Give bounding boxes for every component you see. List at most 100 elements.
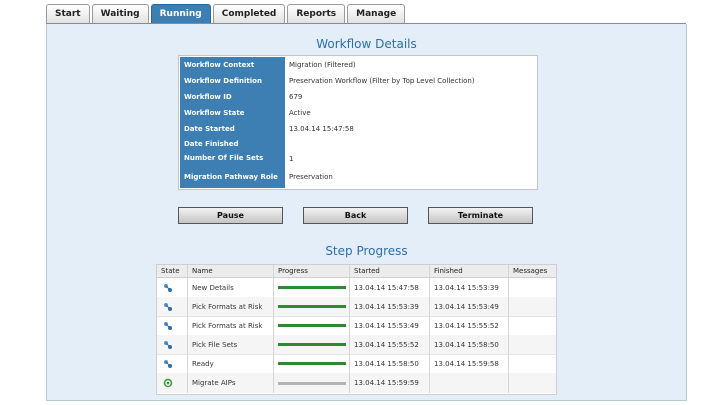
- detail-row-state: Workflow State Active: [179, 105, 537, 122]
- progress-bar: [278, 381, 346, 385]
- step-name: Pick Formats at Risk: [187, 297, 273, 316]
- table-row: Pick Formats at Risk 13.04.14 15:53:49 1…: [157, 316, 556, 336]
- detail-label: Date Finished: [180, 137, 285, 151]
- started-cell: 13.04.14 15:59:59: [349, 373, 429, 393]
- step-name: Pick Formats at Risk: [187, 316, 273, 335]
- messages-cell: [508, 373, 556, 393]
- progress-cell: [273, 297, 349, 316]
- tab-reports[interactable]: Reports: [287, 4, 346, 23]
- messages-cell: [508, 316, 556, 335]
- detail-label: Migration Pathway Role: [180, 166, 285, 188]
- detail-label: Workflow State: [180, 105, 285, 121]
- started-cell: 13.04.14 15:53:49: [349, 316, 429, 335]
- detail-row-date-started: Date Started 13.04.14 15:47:58: [179, 121, 537, 138]
- column-header-progress: Progress: [273, 265, 349, 277]
- detail-row-date-finished: Date Finished: [179, 137, 537, 152]
- table-row: Pick File Sets 13.04.14 15:55:52 13.04.1…: [157, 335, 556, 355]
- messages-cell: [508, 335, 556, 354]
- detail-label: Date Started: [180, 121, 285, 137]
- detail-row-definition: Workflow Definition Preservation Workflo…: [179, 73, 537, 90]
- detail-row-context: Workflow Context Migration (Filtered): [179, 57, 537, 74]
- workflow-done-icon: [164, 302, 172, 311]
- tab-completed[interactable]: Completed: [212, 4, 286, 23]
- finished-cell: 13.04.14 15:53:39: [429, 278, 508, 297]
- state-cell: [157, 316, 187, 335]
- detail-value: Active: [289, 109, 311, 117]
- detail-value: Preservation: [289, 173, 333, 181]
- column-header-name: Name: [187, 265, 273, 277]
- column-header-state: State: [161, 267, 180, 275]
- workflow-done-icon: [164, 340, 172, 349]
- running-state-icon: [163, 378, 173, 388]
- detail-label: Number Of File Sets: [180, 151, 285, 166]
- step-name: Migrate AIPs: [187, 373, 273, 393]
- finished-cell: 13.04.14 15:59:58: [429, 354, 508, 373]
- table-row: Ready 13.04.14 15:58:50 13.04.14 15:59:5…: [157, 354, 556, 374]
- detail-row-id: Workflow ID 679: [179, 89, 537, 106]
- step-name: Pick File Sets: [187, 335, 273, 354]
- started-cell: 13.04.14 15:55:52: [349, 335, 429, 354]
- tab-waiting[interactable]: Waiting: [91, 4, 149, 23]
- step-name: Ready: [187, 354, 273, 373]
- progress-cell: [273, 335, 349, 354]
- state-cell: [157, 354, 187, 373]
- state-cell: [157, 278, 187, 297]
- workflow-done-icon: [164, 283, 172, 292]
- step-progress-title: Step Progress: [325, 244, 408, 258]
- detail-label: Workflow ID: [180, 89, 285, 105]
- finished-cell: 13.04.14 15:53:49: [429, 297, 508, 316]
- started-cell: 13.04.14 15:53:39: [349, 297, 429, 316]
- started-cell: 13.04.14 15:58:50: [349, 354, 429, 373]
- progress-cell: [273, 278, 349, 297]
- tab-manage[interactable]: Manage: [347, 4, 406, 23]
- state-cell: [157, 297, 187, 316]
- step-progress-table: State Name Progress Started Finished Mes…: [156, 264, 557, 395]
- detail-value: 679: [289, 93, 303, 101]
- messages-cell: [508, 278, 556, 297]
- column-header-started: Started: [349, 265, 429, 277]
- progress-bar: [278, 343, 346, 346]
- pause-button[interactable]: Pause: [178, 207, 283, 224]
- step-name: New Details: [187, 278, 273, 297]
- progress-bar: [278, 286, 346, 289]
- state-cell: [157, 373, 187, 393]
- detail-value: 13.04.14 15:47:58: [289, 125, 354, 133]
- workflow-done-icon: [164, 359, 172, 368]
- column-header-finished: Finished: [429, 265, 508, 277]
- progress-bar: [278, 362, 346, 365]
- terminate-button[interactable]: Terminate: [428, 207, 533, 224]
- tab-start[interactable]: Start: [46, 4, 90, 23]
- finished-cell: [429, 373, 508, 393]
- back-button[interactable]: Back: [303, 207, 408, 224]
- started-cell: 13.04.14 15:47:58: [349, 278, 429, 297]
- tab-running[interactable]: Running: [150, 4, 211, 25]
- detail-value: Preservation Workflow (Filter by Top Lev…: [289, 77, 475, 85]
- detail-value: [289, 137, 537, 151]
- table-row: New Details 13.04.14 15:47:58 13.04.14 1…: [157, 278, 556, 298]
- table-row: Migrate AIPs 13.04.14 15:59:59: [157, 373, 556, 393]
- finished-cell: 13.04.14 15:55:52: [429, 316, 508, 335]
- detail-row-pathway-role: Migration Pathway Role Preservation: [179, 166, 537, 189]
- progress-cell: [273, 354, 349, 373]
- detail-value: 1: [289, 154, 294, 163]
- table-row: Pick Formats at Risk 13.04.14 15:53:39 1…: [157, 297, 556, 317]
- finished-cell: 13.04.14 15:58:50: [429, 335, 508, 354]
- detail-row-file-sets: Number Of File Sets 1: [179, 151, 537, 167]
- table-header: State Name Progress Started Finished Mes…: [157, 265, 556, 278]
- detail-value: Migration (Filtered): [289, 61, 356, 69]
- workflow-details-table: Workflow Context Migration (Filtered) Wo…: [178, 55, 538, 190]
- progress-cell: [273, 373, 349, 393]
- state-cell: [157, 335, 187, 354]
- detail-label: Workflow Context: [180, 57, 285, 73]
- column-header-messages: Messages: [508, 265, 556, 277]
- progress-cell: [273, 316, 349, 335]
- messages-cell: [508, 297, 556, 316]
- workflow-details-title: Workflow Details: [316, 37, 417, 51]
- running-panel: Workflow Details Workflow Context Migrat…: [46, 24, 687, 401]
- detail-label: Workflow Definition: [180, 73, 285, 89]
- progress-bar: [278, 324, 346, 327]
- messages-cell: [508, 354, 556, 373]
- workflow-done-icon: [164, 321, 172, 330]
- tab-bar: Start Waiting Running Completed Reports …: [46, 4, 407, 25]
- progress-bar: [278, 305, 346, 308]
